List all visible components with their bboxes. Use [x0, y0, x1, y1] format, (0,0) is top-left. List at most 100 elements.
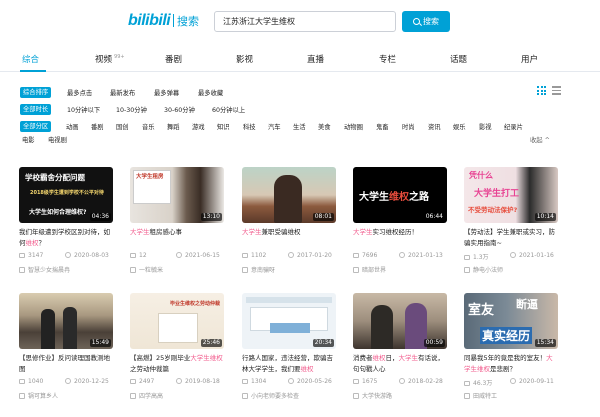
zone-option[interactable]: 科技 [243, 122, 256, 131]
video-uploader[interactable]: 小向老师要多检查 [242, 391, 336, 400]
zone-option[interactable]: 游戏 [192, 122, 205, 131]
person-silhouette [41, 309, 55, 349]
sort-option-default[interactable]: 综合排序 [20, 87, 52, 98]
video-uploader[interactable]: 静电小法师 [464, 265, 558, 274]
thumbnail-text: 大学生租房 [136, 174, 164, 180]
sort-option-danmaku[interactable]: 最多弹幕 [154, 88, 179, 97]
sort-option-clicks[interactable]: 最多点击 [67, 88, 92, 97]
zone-option[interactable]: 动画 [66, 122, 79, 131]
sort-option-newest[interactable]: 最新发布 [110, 88, 135, 97]
zone-option[interactable]: 生活 [293, 122, 306, 131]
grid-view-icon[interactable] [537, 86, 546, 95]
uploader-icon [464, 267, 470, 273]
video-thumbnail[interactable]: 室友 断逼 真实经历 15:34 [464, 293, 558, 349]
video-title[interactable]: 【思修作业】反问读理国教测地图 [19, 353, 113, 375]
zone-option[interactable]: 鬼畜 [376, 122, 389, 131]
duration-option-10-30[interactable]: 10-30分钟 [116, 105, 147, 114]
duration-option-over60[interactable]: 60分钟以上 [212, 105, 245, 114]
video-duration: 10:14 [534, 213, 556, 221]
tab-user[interactable]: 用户 [521, 53, 538, 65]
video-title[interactable]: 【劳动法】学生兼职或实习，防骗实用指南~ [464, 227, 558, 249]
zone-option[interactable]: 电视剧 [48, 135, 67, 144]
video-thumbnail[interactable]: 00:59 [353, 293, 447, 349]
video-thumbnail[interactable]: 20:34 [242, 293, 336, 349]
document-image [158, 313, 198, 343]
video-duration: 04:36 [89, 213, 111, 221]
video-meta: 7696 2021-01-13 [353, 252, 447, 261]
zone-option[interactable]: 影视 [479, 122, 492, 131]
video-thumbnail[interactable]: 大学生维权之路 06:44 [353, 167, 447, 223]
search-button[interactable]: 搜索 [402, 11, 450, 32]
zone-option[interactable]: 电影 [22, 135, 35, 144]
zone-option[interactable]: 番剧 [91, 122, 104, 131]
tab-video[interactable]: 视频 99+ [95, 53, 125, 65]
tab-topic[interactable]: 话题 [450, 53, 467, 65]
play-count-icon [353, 378, 359, 384]
zone-option[interactable]: 资讯 [428, 122, 441, 131]
video-meta: 3147 2020-08-03 [19, 252, 113, 261]
list-view-icon[interactable] [552, 86, 561, 95]
video-thumbnail[interactable]: 15:49 [19, 293, 113, 349]
thumbnail-text: 大学生如何合理维权? [29, 209, 87, 216]
zone-option[interactable]: 时尚 [402, 122, 415, 131]
video-thumbnail[interactable]: 08:01 [242, 167, 336, 223]
video-meta: 1040 2020-12-25 [19, 378, 113, 387]
video-uploader[interactable]: 田威特工 [464, 391, 558, 400]
video-title[interactable]: 行路人国家，违法经营，欺骗吉林大学学生，我们要维权 [242, 353, 336, 375]
zone-option[interactable]: 舞蹈 [167, 122, 180, 131]
video-uploader[interactable]: 大学快游路 [353, 391, 447, 400]
bilibili-logo[interactable]: bilibili [128, 12, 171, 30]
video-thumbnail[interactable]: 大学生租房 13:10 [130, 167, 224, 223]
duration-option-all[interactable]: 全部时长 [20, 104, 52, 115]
video-title[interactable]: 消费者维权日，大学生有话说，句句戳人心 [353, 353, 447, 375]
thumbnail-text: 大学生维权之路 [359, 192, 429, 203]
clock-icon [288, 378, 294, 384]
video-title[interactable]: 大学生兼职受骗维权 [242, 227, 336, 249]
search-input[interactable]: 江苏浙江大学生维权 [214, 11, 396, 32]
video-uploader[interactable]: 一粒毓米 [130, 265, 224, 274]
video-meta: 46.3万 2020-09-11 [464, 378, 558, 387]
video-uploader[interactable]: 锅可算乡人 [19, 391, 113, 400]
video-uploader[interactable]: 四学高高 [130, 391, 224, 400]
video-title[interactable]: 同暴我5年的竟是我的室友！大学生维权是悲剧？ [464, 353, 558, 375]
tab-film[interactable]: 影视 [236, 53, 253, 65]
person-silhouette [371, 305, 393, 349]
zone-option[interactable]: 音乐 [142, 122, 155, 131]
zone-option[interactable]: 娱乐 [453, 122, 466, 131]
thumbnail-text: 2018级学生遭到学校不公平对待 [30, 190, 104, 196]
video-duration: 08:01 [312, 213, 334, 221]
clock-icon [399, 252, 405, 258]
thumbnail-text: 断逼 [516, 298, 538, 311]
video-thumbnail[interactable]: 学校霸舍分配问题 2018级学生遭到学校不公平对待 大学生如何合理维权? 04:… [19, 167, 113, 223]
video-title[interactable]: 我们年级遭到学校区别对待，如何维权？ [19, 227, 113, 249]
zone-option-all[interactable]: 全部分区 [20, 121, 52, 132]
zone-option[interactable]: 知识 [217, 122, 230, 131]
video-uploader[interactable]: 智慧少女揣晨冉 [19, 265, 113, 274]
tab-bangumi[interactable]: 番剧 [165, 53, 182, 65]
zone-option[interactable]: 纪录片 [504, 122, 523, 131]
search-icon [413, 18, 420, 25]
duration-option-under10[interactable]: 10分钟以下 [67, 105, 100, 114]
sort-option-favorites[interactable]: 最多收藏 [198, 88, 223, 97]
zone-option[interactable]: 国创 [116, 122, 129, 131]
type-tabs: 综合 视频 99+ 番剧 影视 直播 专栏 话题 用户 [0, 48, 600, 72]
zone-option[interactable]: 汽车 [268, 122, 281, 131]
duration-option-30-60[interactable]: 30-60分钟 [164, 105, 195, 114]
thumbnail-text: 真实经历 [480, 327, 533, 344]
video-uploader[interactable]: 意南骗呀 [242, 265, 336, 274]
tab-live[interactable]: 直播 [307, 53, 324, 65]
video-thumbnail[interactable]: 毕业生维权之劳动仲裁 25:46 [130, 293, 224, 349]
collapse-filters-button[interactable]: 收起 ^ [530, 135, 550, 144]
zone-option[interactable]: 美食 [318, 122, 331, 131]
video-title[interactable]: 大学生实习维权经历！ [353, 227, 447, 249]
video-title[interactable]: 大学生租房感心事 [130, 227, 224, 249]
tab-all[interactable]: 综合 [22, 53, 39, 65]
tab-column[interactable]: 专栏 [379, 53, 396, 65]
clock-icon [65, 252, 71, 258]
video-uploader[interactable]: 暗部世界 [353, 265, 447, 274]
zone-option[interactable]: 动物圈 [344, 122, 363, 131]
video-thumbnail[interactable]: 凭什么 大学生打工 不受劳动法保护? 10:14 [464, 167, 558, 223]
tab-video-count: 99+ [114, 54, 125, 61]
video-title[interactable]: 【高燃】25岁刚毕业大学生维权之劳动仲裁篇 [130, 353, 224, 375]
thumbnail-text: 毕业生维权之劳动仲裁 [170, 301, 221, 307]
